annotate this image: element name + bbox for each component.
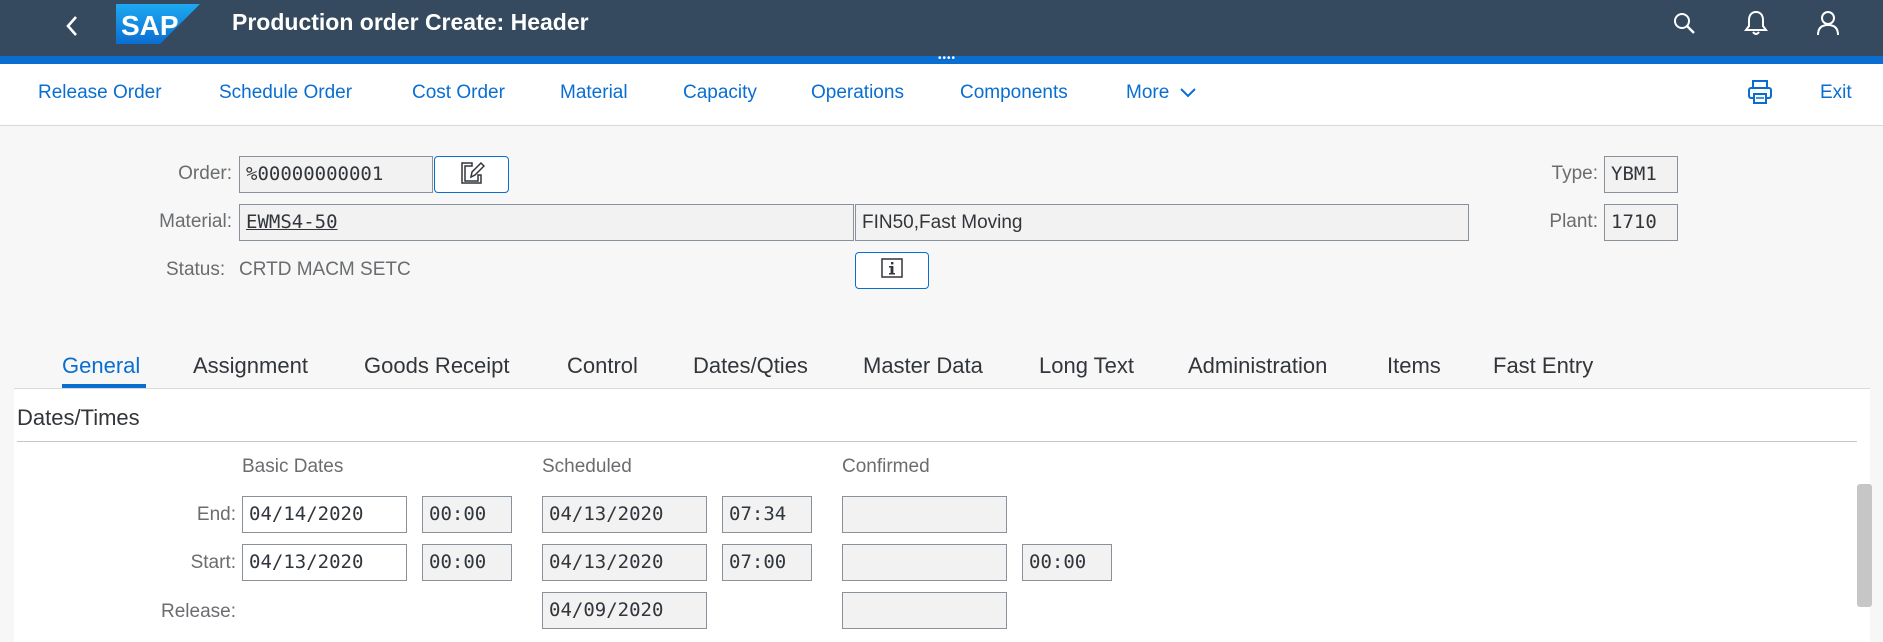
column-header-scheduled: Scheduled xyxy=(542,456,632,477)
app-toolbar: Release Order Schedule Order Cost Order … xyxy=(0,64,1883,126)
search-button[interactable] xyxy=(1668,9,1700,41)
edit-button[interactable] xyxy=(434,156,509,193)
notifications-button[interactable] xyxy=(1740,9,1772,41)
start-scheduled-date-field[interactable]: 04/13/2020 xyxy=(542,544,707,581)
resize-grip[interactable]: •••• xyxy=(938,54,956,64)
capacity-button[interactable]: Capacity xyxy=(683,81,757,105)
column-header-basic-dates: Basic Dates xyxy=(242,456,344,477)
start-confirmed-date-field[interactable] xyxy=(842,544,1007,581)
tab-control[interactable]: Control xyxy=(567,352,638,380)
tab-master-data[interactable]: Master Data xyxy=(863,352,983,380)
tab-assignment[interactable]: Assignment xyxy=(193,352,308,380)
end-basic-time-field[interactable]: 00:00 xyxy=(422,496,512,533)
status-label: Status: xyxy=(166,259,226,280)
end-label: End: xyxy=(196,504,236,525)
tab-items[interactable]: Items xyxy=(1387,352,1441,380)
tab-dates-qties[interactable]: Dates/Qties xyxy=(693,352,808,380)
start-basic-time-field[interactable]: 00:00 xyxy=(422,544,512,581)
release-order-button[interactable]: Release Order xyxy=(38,81,162,105)
app-title: Production order Create: Header xyxy=(232,9,589,35)
active-tab-indicator xyxy=(62,384,146,388)
plant-label: Plant: xyxy=(1549,211,1598,232)
end-basic-date-field[interactable]: 04/14/2020 xyxy=(242,496,407,533)
order-label: Order: xyxy=(178,163,232,184)
end-scheduled-date-field[interactable]: 04/13/2020 xyxy=(542,496,707,533)
section-title: Dates/Times xyxy=(17,405,140,430)
search-icon xyxy=(1672,11,1696,40)
end-scheduled-time-field[interactable]: 07:34 xyxy=(722,496,812,533)
release-confirmed-date-field[interactable] xyxy=(842,592,1007,629)
print-button[interactable] xyxy=(1744,78,1776,110)
type-label: Type: xyxy=(1551,163,1598,184)
more-label: More xyxy=(1126,82,1170,104)
release-label: Release: xyxy=(161,601,236,622)
start-scheduled-time-field[interactable]: 07:00 xyxy=(722,544,812,581)
plant-field[interactable]: 1710 xyxy=(1604,204,1678,241)
type-field[interactable]: YBM1 xyxy=(1604,156,1678,193)
tab-fast-entry[interactable]: Fast Entry xyxy=(1493,352,1593,380)
column-header-confirmed: Confirmed xyxy=(842,456,930,477)
end-confirmed-date-field[interactable] xyxy=(842,496,1007,533)
material-button[interactable]: Material xyxy=(560,81,628,105)
components-button[interactable]: Components xyxy=(960,81,1068,105)
bell-icon xyxy=(1744,10,1768,41)
tab-goods-receipt[interactable]: Goods Receipt xyxy=(364,352,510,380)
release-scheduled-date-field[interactable]: 04/09/2020 xyxy=(542,592,707,629)
schedule-order-button[interactable]: Schedule Order xyxy=(219,81,352,105)
exit-button[interactable]: Exit xyxy=(1820,81,1852,105)
tab-divider xyxy=(14,388,1870,389)
user-icon xyxy=(1816,10,1840,41)
start-label: Start: xyxy=(190,552,236,573)
back-icon xyxy=(64,14,80,43)
more-button[interactable]: More xyxy=(1126,81,1197,105)
material-label: Material: xyxy=(159,211,232,232)
user-menu-button[interactable] xyxy=(1812,9,1844,41)
tab-general[interactable]: General xyxy=(62,352,140,380)
print-icon xyxy=(1747,79,1773,110)
tab-long-text[interactable]: Long Text xyxy=(1039,352,1134,380)
order-field[interactable]: %00000000001 xyxy=(239,156,433,193)
section-divider xyxy=(17,441,1857,442)
start-confirmed-time-field[interactable]: 00:00 xyxy=(1022,544,1112,581)
material-field[interactable]: EWMS4-50 xyxy=(239,204,854,241)
tab-administration[interactable]: Administration xyxy=(1188,352,1327,380)
sap-logo: SAP xyxy=(116,4,200,44)
status-info-button[interactable] xyxy=(855,252,929,289)
vertical-scrollbar[interactable] xyxy=(1857,484,1872,607)
svg-text:SAP: SAP xyxy=(121,10,179,41)
status-value: CRTD MACM SETC xyxy=(239,259,411,280)
material-description-field: FIN50,Fast Moving xyxy=(855,204,1469,241)
shell-bar: SAP Production order Create: Header xyxy=(0,0,1883,56)
operations-button[interactable]: Operations xyxy=(811,81,904,105)
back-button[interactable] xyxy=(56,10,88,46)
start-basic-date-field[interactable]: 04/13/2020 xyxy=(242,544,407,581)
edit-icon xyxy=(459,160,485,189)
info-icon xyxy=(881,258,903,283)
chevron-down-icon xyxy=(1179,81,1197,105)
cost-order-button[interactable]: Cost Order xyxy=(412,81,505,105)
